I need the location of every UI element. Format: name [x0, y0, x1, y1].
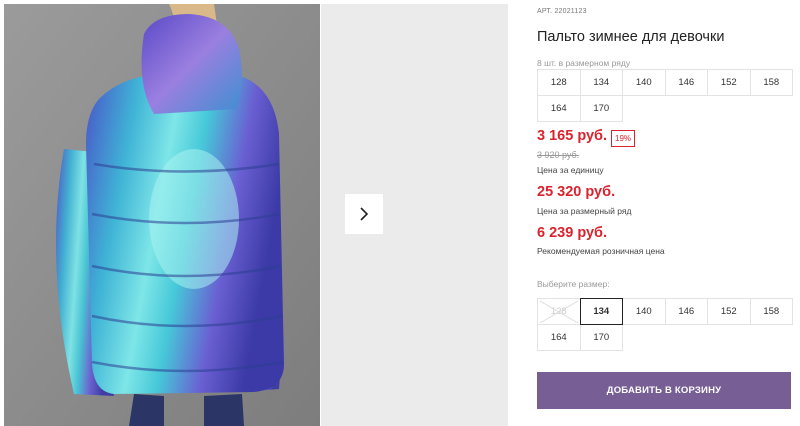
size-run-grid: 128 134 140 146 152 158 164 170: [537, 69, 793, 122]
size-option-disabled: 128: [537, 298, 581, 325]
product-sku: АРТ. 22021123: [537, 8, 587, 15]
size-option[interactable]: 152: [707, 298, 751, 325]
size-run-hint: 8 шт. в размерном ряду: [537, 58, 631, 68]
add-to-cart-button[interactable]: ДОБАВИТЬ В КОРЗИНУ: [537, 372, 791, 409]
size-run-cell: 158: [749, 69, 793, 96]
size-option[interactable]: 170: [579, 324, 623, 351]
size-run-cell: 164: [537, 95, 581, 122]
sku-label: АРТ.: [537, 8, 553, 15]
gallery-next-button[interactable]: [345, 194, 383, 234]
unit-price: 3 165 руб.: [537, 128, 608, 144]
size-run-price: 25 320 руб.: [537, 184, 616, 200]
retail-price-caption: Рекомендуемая розничная цена: [537, 246, 665, 256]
size-run-cell: 146: [664, 69, 708, 96]
sku-value: 22021123: [554, 8, 587, 15]
size-select-grid: 128 134 140 146 152 158 164 170: [537, 298, 793, 351]
unavailable-cross-icon: [539, 300, 579, 324]
size-run-cell: 134: [579, 69, 623, 96]
old-price: 3 920 руб.: [537, 150, 580, 160]
size-option[interactable]: 146: [664, 298, 708, 325]
size-run-price-caption: Цена за размерный ряд: [537, 206, 632, 216]
size-option[interactable]: 164: [537, 324, 581, 351]
size-run-cell: 140: [622, 69, 666, 96]
size-run-cell: 128: [537, 69, 581, 96]
size-select-hint: Выберите размер:: [537, 279, 610, 289]
product-gallery: [0, 0, 508, 426]
retail-price: 6 239 руб.: [537, 225, 608, 241]
size-option[interactable]: 140: [622, 298, 666, 325]
size-option-selected[interactable]: 134: [579, 298, 623, 325]
discount-badge: 19%: [611, 130, 636, 147]
chevron-right-icon: [360, 207, 369, 221]
unit-price-caption: Цена за единицу: [537, 165, 604, 175]
jacket-photo-illustration: [4, 4, 320, 426]
size-run-cell: 170: [579, 95, 623, 122]
size-option[interactable]: 158: [749, 298, 793, 325]
size-run-cell: 152: [707, 69, 751, 96]
product-title: Пальто зимнее для девочки: [537, 29, 725, 45]
product-photo: [4, 4, 320, 426]
